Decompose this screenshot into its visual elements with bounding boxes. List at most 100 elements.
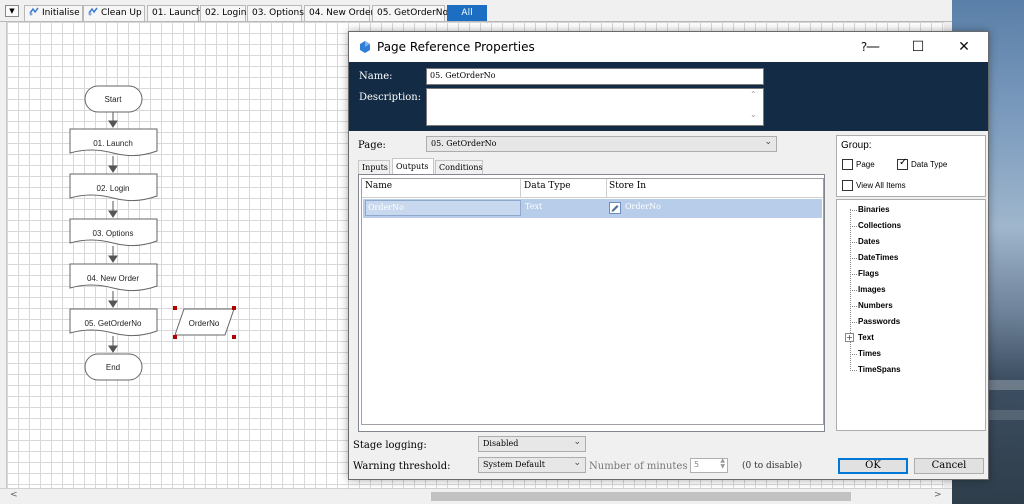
tab-outputs[interactable]: Outputs [392,158,434,174]
page-stage[interactable]: 04. New Order [69,263,158,292]
tree-item[interactable]: Images [858,285,886,294]
scroll-up-icon[interactable]: ⌃ [750,90,757,99]
tree-item[interactable]: Times [858,349,881,358]
warning-threshold-label: Warning threshold: [353,461,451,472]
selection-handle[interactable] [232,306,236,310]
tree-connector [850,354,857,355]
tree-item[interactable]: TimeSpans [858,365,901,374]
minimize-button[interactable]: — [862,36,884,58]
output-name-cell[interactable]: OrderNo [365,200,521,216]
scroll-down-icon[interactable]: ⌄ [750,110,757,119]
check-icon: ✓ [899,157,908,168]
maximize-button[interactable]: ☐ [907,36,929,58]
description-label: Description: [359,92,422,103]
output-store-in-cell[interactable]: OrderNo [625,202,661,211]
tab-inputs[interactable]: Inputs [358,160,390,174]
page-stage-label: 04. New Order [87,274,139,283]
spin-arrows-icon[interactable]: ▲ ▼ [720,458,725,470]
tree-connector [850,210,857,211]
group-page-label: Page [856,160,875,169]
horizontal-scrollbar[interactable]: < > [0,488,952,504]
data-item-stage[interactable]: OrderNo [173,306,236,339]
output-datatype-cell[interactable]: Text [525,202,542,211]
page-stage-label: 02. Login [97,184,130,193]
scroll-right-icon[interactable]: > [934,490,942,500]
tab-03-options[interactable]: 03. Options [247,5,304,21]
ok-button[interactable]: OK [838,458,908,474]
scroll-thumb[interactable] [431,492,851,501]
group-label: Group: [841,140,872,151]
dialog-header: Name: 05. GetOrderNo Description: ⌃ ⌄ [349,62,988,131]
dialog-title: Page Reference Properties [377,40,535,54]
tab-05-getorderno[interactable]: 05. GetOrderNo [372,5,449,21]
app-icon [360,41,370,53]
tab-label: Initialise [42,8,80,18]
tree-item[interactable]: Collections [858,221,901,230]
minutes-stepper[interactable]: 5 ▲ ▼ [690,458,728,473]
page-stage[interactable]: 01. Launch [69,128,158,157]
stage-logging-select[interactable]: Disabled ⌄ [478,436,586,452]
selection-handle[interactable] [173,335,177,339]
tree-item[interactable]: Numbers [858,301,893,310]
process-icon [29,7,39,16]
cancel-button[interactable]: Cancel [914,458,984,474]
name-field[interactable]: 05. GetOrderNo [426,68,764,85]
tab-04-new-order[interactable]: 04. New Order [304,5,374,21]
tab-clean-up[interactable]: Clean Up [83,5,145,21]
tree-item[interactable]: DateTimes [858,253,898,262]
tree-item[interactable]: Passwords [858,317,900,326]
column-divider[interactable] [520,179,521,197]
page-select-value: 05. GetOrderNo [431,139,497,148]
close-button[interactable]: ✕ [953,36,975,58]
tab-label: 05. GetOrderNo [377,8,449,18]
column-header-store-in[interactable]: Store In [609,181,646,191]
tab-outputs-label: Outputs [396,162,429,171]
tree-item[interactable]: Text [858,333,874,342]
minutes-label: Number of minutes [589,461,688,472]
column-header-data-type[interactable]: Data Type [524,181,571,191]
outputs-panel: Name Data Type Store In OrderNo Text Ord… [358,174,825,432]
description-field[interactable] [426,88,764,126]
tab-conditions[interactable]: Conditions [435,160,483,174]
page-stage[interactable]: 05. GetOrderNo [69,308,158,337]
data-items-tree: Binaries Collections Dates DateTimes Fla… [836,199,986,431]
page-stage-label: 01. Launch [93,139,133,148]
group-datatype-label: Data Type [911,160,948,169]
tab-02-login[interactable]: 02. Login [200,5,246,21]
tab-all[interactable]: All [447,5,487,21]
page-select[interactable]: 05. GetOrderNo ⌄ [426,136,777,152]
tree-connector [850,274,857,275]
page-label: Page: [358,140,386,151]
table-row[interactable]: OrderNo Text OrderNo [363,199,822,218]
page-stage[interactable]: 03. Options [69,218,158,247]
tree-connector [850,209,851,369]
view-all-label: View All Items [856,181,906,190]
selection-handle[interactable] [173,306,177,310]
name-label: Name: [359,71,393,82]
group-panel: Group: Page ✓ Data Type View All Items [836,135,986,197]
page-stage[interactable]: 02. Login [69,173,158,202]
tree-connector [850,370,857,371]
column-divider[interactable] [606,179,607,197]
header-divider [362,197,823,198]
group-page-checkbox[interactable] [842,159,853,170]
warning-threshold-value: System Default [483,460,545,469]
expand-icon[interactable]: + [845,333,854,342]
tree-item[interactable]: Binaries [858,205,890,214]
selection-handle[interactable] [232,335,236,339]
tab-label: Clean Up [101,8,142,18]
column-header-name[interactable]: Name [365,181,392,191]
outputs-grid: Name Data Type Store In OrderNo Text Ord… [361,178,824,425]
tree-item[interactable]: Dates [858,237,880,246]
group-datatype-checkbox[interactable]: ✓ [897,157,908,170]
view-all-checkbox[interactable] [842,180,853,191]
tab-dropdown-button[interactable]: ▼ [5,5,19,17]
tab-01-launch[interactable]: 01. Launch [147,5,202,21]
scroll-left-icon[interactable]: < [10,490,18,500]
start-label: Start [105,95,123,104]
dialog-titlebar[interactable]: Page Reference Properties ? — ☐ ✕ [349,32,988,62]
warning-threshold-select[interactable]: System Default ⌄ [478,457,586,473]
tree-item[interactable]: Flags [858,269,879,278]
tab-initialise[interactable]: Initialise [24,5,83,21]
tab-inputs-label: Inputs [362,163,388,172]
